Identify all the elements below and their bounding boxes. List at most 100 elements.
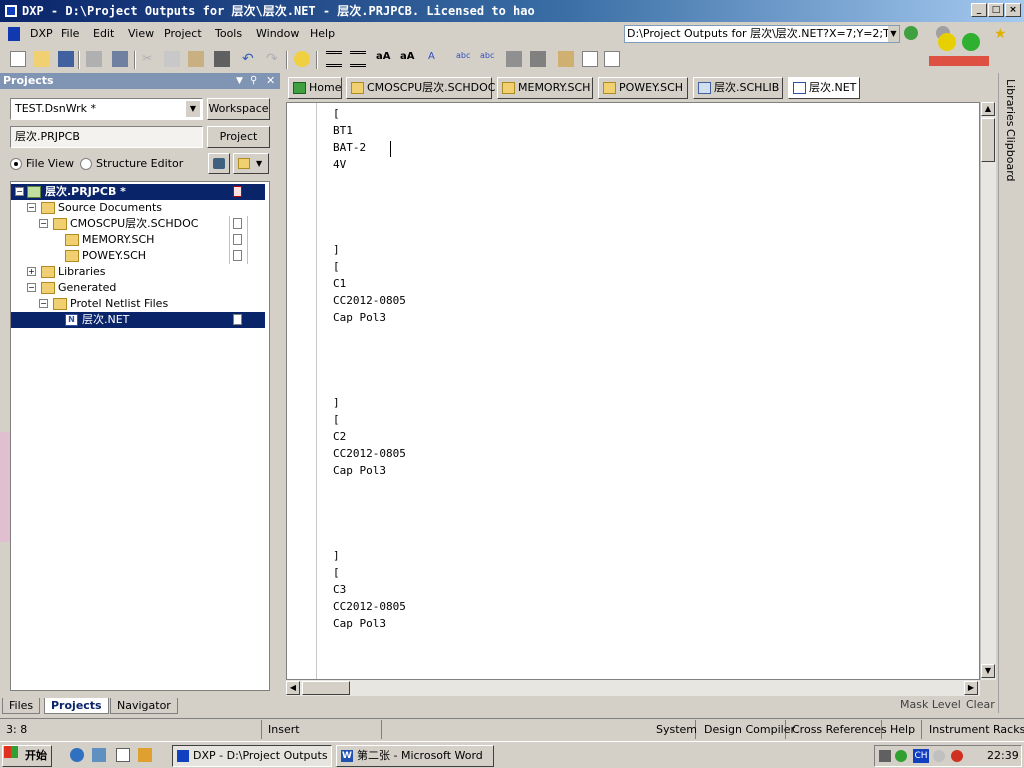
workspace-dropdown-arrow-icon[interactable]: ▼ bbox=[186, 101, 200, 117]
collapse-icon[interactable]: − bbox=[15, 187, 24, 196]
clear-button[interactable]: Clear bbox=[966, 698, 995, 711]
tab-cmoscpu-schdoc[interactable]: CMOSCPU层次.SCHDOC bbox=[346, 77, 495, 99]
cut-icon[interactable]: ✂ bbox=[142, 51, 158, 67]
back-icon[interactable] bbox=[904, 26, 918, 40]
editor-line[interactable] bbox=[333, 360, 406, 377]
menu-view[interactable]: View bbox=[128, 22, 154, 46]
tree-item-powey-sch[interactable]: POWEY.SCH bbox=[11, 248, 265, 264]
menu-edit[interactable]: Edit bbox=[93, 22, 114, 46]
text-editor[interactable]: [BT1 BAT-2 4V][C1 CC2012-0805 Cap Pol3][C2 CC… bbox=[286, 102, 980, 680]
horizontal-scrollbar[interactable]: ◀ ▶ bbox=[286, 680, 980, 696]
antivirus-icon[interactable] bbox=[951, 750, 963, 762]
outlook-icon[interactable] bbox=[92, 748, 106, 762]
outdent-icon[interactable] bbox=[350, 51, 366, 67]
printer-icon[interactable] bbox=[879, 750, 891, 762]
task-word[interactable]: W 第二张 - Microsoft Word bbox=[336, 745, 494, 767]
structure-editor-radio[interactable] bbox=[80, 158, 92, 170]
project-add-button[interactable]: ▼ bbox=[233, 153, 269, 174]
editor-line[interactable] bbox=[333, 649, 406, 666]
network-icon[interactable] bbox=[895, 750, 907, 762]
editor-line[interactable] bbox=[333, 173, 406, 190]
editor-line[interactable] bbox=[333, 224, 406, 241]
tree-item-libraries[interactable]: + Libraries bbox=[11, 264, 265, 280]
minimize-button[interactable]: _ bbox=[971, 3, 987, 17]
editor-line[interactable]: [ bbox=[333, 258, 406, 275]
workspace-button[interactable]: Workspace bbox=[207, 98, 270, 120]
editor-line[interactable]: Cap Pol3 bbox=[333, 462, 406, 479]
bookmark-icon[interactable] bbox=[506, 51, 522, 67]
collapse-icon[interactable]: − bbox=[39, 299, 48, 308]
editor-line[interactable] bbox=[333, 632, 406, 649]
cross-references-button[interactable]: Cross References bbox=[786, 720, 887, 739]
editor-line[interactable]: CC2012-0805 bbox=[333, 292, 406, 309]
editor-line[interactable]: ] bbox=[333, 547, 406, 564]
font-icon[interactable]: A bbox=[428, 51, 444, 67]
menu-window[interactable]: Window bbox=[256, 22, 299, 46]
address-field[interactable]: D:\Project Outputs for 层次\层次.NET?X=7;Y=2… bbox=[624, 25, 900, 43]
tree-item-memory-sch[interactable]: MEMORY.SCH bbox=[11, 232, 265, 248]
close-button[interactable]: × bbox=[1005, 3, 1021, 17]
redo-icon[interactable]: ↷ bbox=[266, 51, 282, 67]
maximize-button[interactable]: □ bbox=[988, 3, 1004, 17]
find-icon[interactable] bbox=[214, 51, 230, 67]
tree-item-project[interactable]: − 层次.PRJPCB * bbox=[11, 184, 265, 200]
editor-content[interactable]: [BT1 BAT-2 4V][C1 CC2012-0805 Cap Pol3][C2 CC… bbox=[333, 105, 406, 679]
collapse-icon[interactable]: − bbox=[27, 203, 36, 212]
vertical-scroll-thumb[interactable] bbox=[981, 118, 995, 162]
workspace-combo[interactable]: TEST.DsnWrk * ▼ bbox=[10, 98, 203, 120]
vertical-scrollbar[interactable]: ▲ ▼ bbox=[980, 102, 996, 680]
tree-item-cmoscpu-schdoc[interactable]: − CMOSCPU层次.SCHDOC bbox=[11, 216, 265, 232]
expand-icon[interactable]: + bbox=[27, 267, 36, 276]
editor-line[interactable] bbox=[333, 326, 406, 343]
editor-line[interactable] bbox=[333, 479, 406, 496]
tree-item-generated[interactable]: − Generated bbox=[11, 280, 265, 296]
menu-help[interactable]: Help bbox=[310, 22, 335, 46]
tab-netlist[interactable]: 层次.NET bbox=[788, 77, 860, 99]
tab-powey-sch[interactable]: POWEY.SCH bbox=[598, 77, 688, 99]
scroll-left-icon[interactable]: ◀ bbox=[286, 681, 300, 695]
panel-menu-arrow-icon[interactable]: ▼ bbox=[236, 73, 243, 89]
editor-line[interactable] bbox=[333, 666, 406, 679]
input-language-indicator[interactable]: CH bbox=[913, 749, 929, 763]
file-view-radio[interactable] bbox=[10, 158, 22, 170]
editor-line[interactable]: C1 bbox=[333, 275, 406, 292]
spell-check-icon[interactable]: abc bbox=[456, 51, 472, 67]
favorites-star-icon[interactable]: ★ bbox=[994, 26, 1007, 42]
uppercase-icon[interactable]: aA bbox=[376, 51, 392, 67]
editor-line[interactable]: CC2012-0805 bbox=[333, 598, 406, 615]
tab-home[interactable]: Home bbox=[288, 77, 342, 99]
editor-line[interactable]: [ bbox=[333, 105, 406, 122]
tab-navigator[interactable]: Navigator bbox=[110, 698, 178, 714]
lowercase-icon[interactable]: aA bbox=[400, 51, 416, 67]
instrument-racks-button[interactable]: Instrument Racks bbox=[923, 720, 1024, 739]
spell-options-icon[interactable]: abc bbox=[480, 51, 496, 67]
menu-tools[interactable]: Tools bbox=[215, 22, 242, 46]
copy-icon[interactable] bbox=[164, 51, 180, 67]
editor-line[interactable] bbox=[333, 207, 406, 224]
design-compiler-button[interactable]: Design Compiler bbox=[698, 720, 795, 739]
editor-line[interactable]: Cap Pol3 bbox=[333, 309, 406, 326]
system-button[interactable]: System bbox=[650, 720, 697, 739]
scroll-up-icon[interactable]: ▲ bbox=[981, 102, 995, 116]
editor-line[interactable]: BT1 bbox=[333, 122, 406, 139]
editor-line[interactable]: C3 bbox=[333, 581, 406, 598]
project-options-button[interactable] bbox=[208, 153, 230, 174]
project-field[interactable]: 层次.PRJPCB bbox=[10, 126, 203, 148]
editor-line[interactable]: C2 bbox=[333, 428, 406, 445]
tab-libraries[interactable]: Libraries bbox=[1004, 79, 1017, 127]
editor-line[interactable]: 4V bbox=[333, 156, 406, 173]
panel-pin-icon[interactable]: ⚲ bbox=[250, 73, 257, 89]
tree-item-netlist[interactable]: N 层次.NET bbox=[11, 312, 265, 328]
horizontal-scroll-thumb[interactable] bbox=[302, 681, 350, 695]
project-button[interactable]: Project bbox=[207, 126, 270, 148]
ie-icon[interactable] bbox=[70, 748, 84, 762]
volume-icon[interactable] bbox=[933, 750, 945, 762]
tree-item-source-documents[interactable]: − Source Documents bbox=[11, 200, 265, 216]
editor-line[interactable]: ] bbox=[333, 394, 406, 411]
report-icon[interactable] bbox=[604, 51, 620, 67]
scroll-down-icon[interactable]: ▼ bbox=[981, 664, 995, 678]
editor-line[interactable] bbox=[333, 530, 406, 547]
print-icon[interactable] bbox=[86, 51, 102, 67]
paste-icon[interactable] bbox=[188, 51, 204, 67]
editor-line[interactable]: ] bbox=[333, 241, 406, 258]
